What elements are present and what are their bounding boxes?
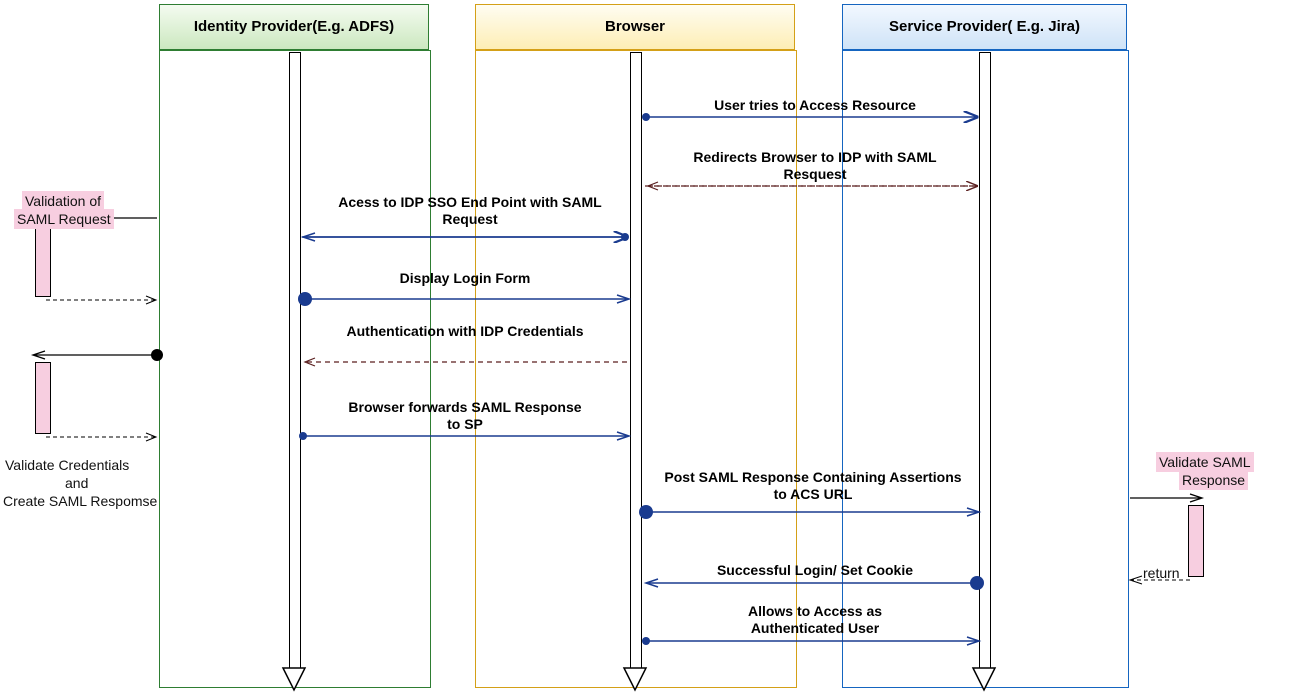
msg-m8: Successful Login/ Set Cookie <box>680 562 950 579</box>
msg-m6: Browser forwards SAML Response to SP <box>340 399 590 433</box>
msg-m5: Authentication with IDP Credentials <box>340 323 590 340</box>
note-n1-line2: SAML Request <box>14 209 114 229</box>
msg-m9: Allows to Access as Authenticated User <box>700 603 930 637</box>
arrows-layer <box>0 0 1291 692</box>
msg-m3: Acess to IDP SSO End Point with SAML Req… <box>320 194 620 228</box>
note-n3-line2: Response <box>1179 470 1248 490</box>
activation-n1 <box>35 225 51 297</box>
msg-m7: Post SAML Response Containing Assertions… <box>658 469 968 503</box>
msg-m1: User tries to Access Resource <box>665 97 965 114</box>
note-n4: return <box>1140 563 1183 583</box>
note-n2-line3: Create SAML Respomse <box>0 491 160 511</box>
activation-n2 <box>35 362 51 434</box>
msg-m2: Redirects Browser to IDP with SAML Resqu… <box>680 149 950 183</box>
msg-m4: Display Login Form <box>350 270 580 287</box>
activation-n3 <box>1188 505 1204 577</box>
